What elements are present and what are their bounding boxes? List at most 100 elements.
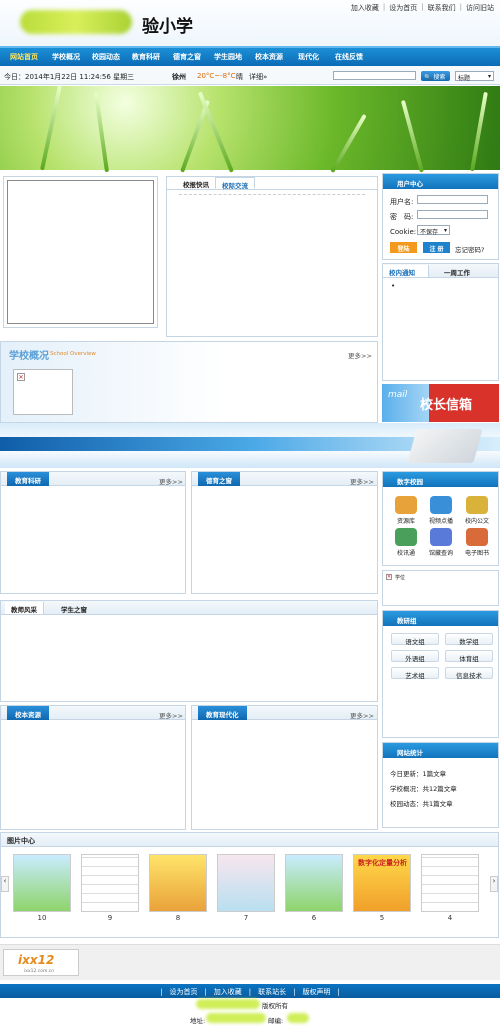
school-sms-item[interactable]: 校讯通 [388, 528, 424, 557]
gallery-title: 图片中心 [7, 837, 35, 845]
people-icon [395, 528, 417, 546]
overview-subtitle: School Overview [50, 351, 96, 357]
user-center-title: 用户中心 [383, 174, 498, 189]
principal-mailbox-banner[interactable]: mail 校长信箱 [382, 384, 499, 422]
open-book-image [407, 429, 483, 463]
moral-more-link[interactable]: 更多>> [350, 476, 374, 486]
video-item[interactable]: 视频点播 [423, 496, 459, 525]
set-homepage-link[interactable]: 设为首页 [389, 3, 417, 13]
group-foreign-language[interactable]: 外语组 [391, 650, 439, 663]
contact-us-link[interactable]: 联系我们 [428, 3, 456, 13]
add-favorite-link[interactable]: 加入收藏 [351, 3, 379, 13]
gallery-thumb-label: 6 [311, 914, 317, 922]
password-label: 密 码: [390, 213, 414, 221]
top-links: 加入收藏 | 设为首页 | 联系我们 | 访问旧站 [350, 3, 494, 13]
school-name: 验小学 [142, 17, 193, 37]
nav-overview[interactable]: 学校概况 [52, 52, 80, 62]
overview-more-link[interactable]: 更多>> [348, 350, 372, 360]
research-more-link[interactable]: 更多>> [159, 476, 183, 486]
nav-research[interactable]: 教育科研 [132, 52, 160, 62]
partner-logo[interactable]: ixx12 ixx12.com.cn [3, 949, 79, 976]
main-nav: 网站首页 学校概况 校园动态 教育科研 德育之窗 学生园地 校本资源 现代化 在… [0, 46, 500, 66]
tab-school-exchange[interactable]: 校际交流 [215, 177, 255, 190]
nav-campus-news[interactable]: 校园动态 [92, 52, 120, 62]
document-item[interactable]: 校内公文 [459, 496, 495, 525]
weather-detail-link[interactable]: 详细» [249, 72, 267, 82]
library-icon [395, 496, 417, 514]
username-label: 用户名: [390, 198, 414, 206]
broken-image-icon: ✕ [386, 574, 392, 580]
gallery-thumb[interactable] [421, 854, 479, 912]
site-header: 验小学 加入收藏 | 设为首页 | 联系我们 | 访问旧站 [0, 0, 500, 46]
nav-students[interactable]: 学生园地 [214, 52, 242, 62]
tab-school-news[interactable]: 校报快讯 [177, 177, 215, 189]
redacted-address [206, 1013, 266, 1023]
digital-campus-title: 数字校园 [383, 472, 498, 487]
modern-panel: 教育现代化 更多>> [191, 705, 378, 830]
tab-student-window[interactable]: 学生之窗 [55, 602, 93, 614]
forgot-password-link[interactable]: 忘记密码? [455, 244, 484, 254]
cookie-select[interactable]: 不保存 ▾ [417, 225, 450, 236]
group-it[interactable]: 信息技术 [445, 667, 493, 680]
ad-label[interactable]: 学位 [395, 574, 405, 581]
site-stats-lines: 今日更新：1篇文章 学校概况：共12篇文章 校园动态：共1篇文章 [390, 767, 457, 812]
gallery-thumb[interactable] [217, 854, 275, 912]
search-input[interactable] [333, 71, 416, 80]
news-panel: 校报快讯 校际交流 [166, 176, 378, 337]
gallery-next-arrow[interactable]: › [490, 876, 498, 892]
nav-modern[interactable]: 现代化 [298, 52, 319, 62]
overview-image[interactable]: ✕ [13, 369, 73, 415]
group-math[interactable]: 数学组 [445, 633, 493, 646]
moral-title: 德育之窗 [198, 472, 240, 486]
footer-links[interactable]: | 设为首页 | 加入收藏 | 联系站长 | 版权声明 | [0, 984, 500, 998]
catalog-search-item[interactable]: 馆藏查询 [423, 528, 459, 557]
research-groups-panel: 教研组 语文组 数学组 外语组 体育组 艺术组 信息技术 [382, 610, 499, 738]
document-icon [466, 496, 488, 514]
register-button[interactable]: 注 册 [423, 242, 450, 253]
photo-slideshow[interactable] [7, 180, 154, 324]
gallery-thumb-label: 4 [447, 914, 453, 922]
search-icon: 🔍 [424, 74, 432, 81]
principal-mailbox-label: 校长信箱 [420, 398, 473, 413]
resources-more-link[interactable]: 更多>> [159, 710, 183, 720]
tab-teacher-style[interactable]: 教师风采 [5, 602, 44, 614]
modern-more-link[interactable]: 更多>> [350, 710, 374, 720]
search-button[interactable]: 🔍 搜索 [421, 71, 450, 81]
tab-school-notice[interactable]: 校内通知 [383, 265, 429, 277]
mail-word: mail [388, 390, 408, 400]
gallery-prev-arrow[interactable]: ‹ [1, 876, 9, 892]
weather-city: 徐州 [172, 73, 186, 81]
ebook-item[interactable]: 电子图书 [459, 528, 495, 557]
tab-weekly-work[interactable]: 一周工作 [438, 265, 476, 277]
gallery-thumb-label: 10 [37, 914, 47, 922]
nav-moral[interactable]: 德育之窗 [173, 52, 201, 62]
gallery-thumb[interactable]: 数字化定量分析 [353, 854, 411, 912]
weather-temp: 20°C~-8°C [197, 72, 236, 80]
nav-feedback[interactable]: 在线反馈 [335, 52, 363, 62]
group-pe[interactable]: 体育组 [445, 650, 493, 663]
footer-info: 版权所有 地址: 邮编: [0, 998, 500, 1027]
redacted-postcode [287, 1013, 309, 1023]
nav-resources[interactable]: 校本资源 [255, 52, 283, 62]
username-field[interactable] [417, 195, 488, 204]
gallery-thumb[interactable] [285, 854, 343, 912]
current-date: 今日：2014年1月22日 11:24:56 星期三 [4, 73, 135, 81]
gallery-thumb-label: 8 [175, 914, 181, 922]
book-banner [0, 423, 500, 468]
gallery-thumb[interactable] [81, 854, 139, 912]
old-site-link[interactable]: 访问旧站 [466, 3, 494, 13]
group-chinese[interactable]: 语文组 [391, 633, 439, 646]
search-field-select[interactable]: 标题 ▾ [455, 71, 494, 82]
ebook-icon [466, 528, 488, 546]
gallery-thumb[interactable] [149, 854, 207, 912]
school-logo-redacted [20, 10, 132, 34]
gallery-thumb[interactable] [13, 854, 71, 912]
nav-home[interactable]: 网站首页 [10, 52, 38, 62]
library-item[interactable]: 资源库 [388, 496, 424, 525]
copyright-text: 版权所有 [262, 1002, 288, 1010]
notice-item[interactable]: • [391, 282, 395, 290]
gallery-thumb-label: 5 [379, 914, 385, 922]
password-field[interactable] [417, 210, 488, 219]
group-arts[interactable]: 艺术组 [391, 667, 439, 680]
login-button[interactable]: 登陆 [390, 242, 417, 253]
